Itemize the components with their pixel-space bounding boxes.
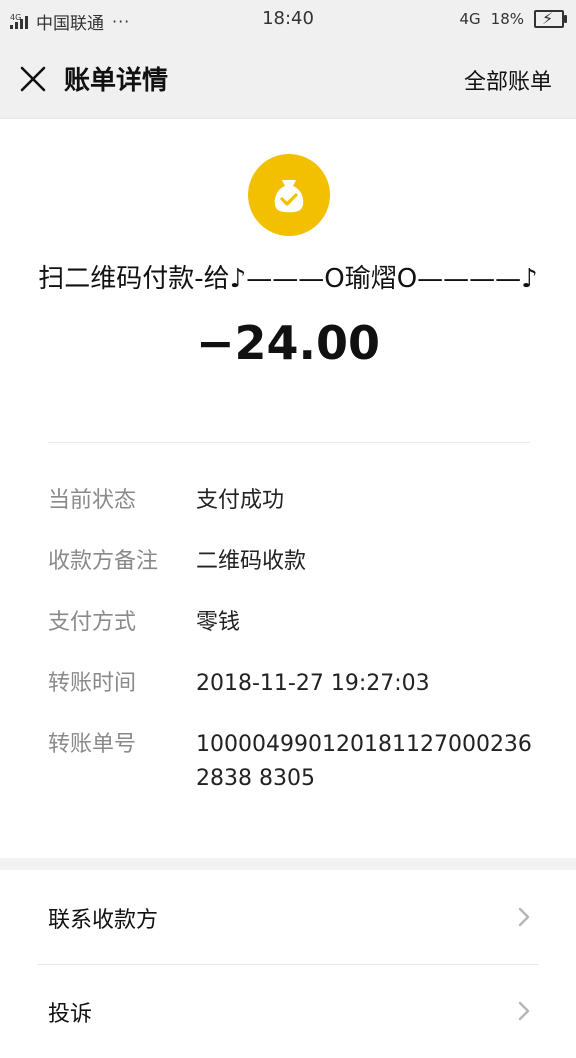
section-gap bbox=[0, 858, 576, 870]
detail-label: 当前状态 bbox=[48, 488, 137, 513]
all-bills-link[interactable]: 全部账单 bbox=[464, 64, 552, 96]
money-bag-glyph bbox=[274, 180, 304, 213]
battery-icon: ⚡ bbox=[534, 9, 567, 28]
contact-payee-item[interactable]: 联系收款方 bbox=[0, 870, 576, 964]
chevron-right-icon bbox=[518, 907, 530, 927]
money-bag-icon bbox=[248, 154, 330, 236]
network-type: 4G bbox=[459, 10, 481, 28]
page-title: 账单详情 bbox=[64, 66, 169, 96]
payee-title: 扫二维码付款-给♪———O瑜熠O————♪ bbox=[38, 264, 538, 294]
payment-amount: −24.00 bbox=[195, 316, 381, 370]
battery-percent: 18% bbox=[490, 10, 524, 28]
detail-label: 转账时间 bbox=[48, 671, 137, 696]
detail-value: 2018-11-27 19:27:03 bbox=[196, 671, 430, 696]
detail-value: 支付成功 bbox=[196, 488, 285, 513]
complaint-label: 投诉 bbox=[48, 1002, 93, 1027]
detail-label: 支付方式 bbox=[48, 610, 137, 635]
detail-value: 1000049901201811270002362838 8305 bbox=[196, 732, 532, 791]
detail-label: 转账单号 bbox=[48, 732, 137, 757]
status-right: 4G 18% ⚡ bbox=[459, 9, 567, 28]
detail-value: 二维码收款 bbox=[196, 549, 307, 574]
chevron-right-icon bbox=[518, 1001, 530, 1021]
status-bar: 4G 中国联通 ··· 18:40 4G 18% ⚡ bbox=[0, 0, 576, 40]
complaint-item[interactable]: 投诉 bbox=[0, 964, 576, 1058]
detail-value: 零钱 bbox=[196, 610, 241, 635]
detail-label: 收款方备注 bbox=[48, 549, 159, 574]
close-button[interactable] bbox=[16, 62, 50, 96]
divider bbox=[48, 442, 530, 443]
contact-payee-label: 联系收款方 bbox=[48, 908, 159, 933]
nav-header: 账单详情 全部账单 bbox=[0, 40, 576, 119]
charging-icon: ⚡ bbox=[542, 9, 554, 28]
close-icon bbox=[20, 66, 46, 92]
